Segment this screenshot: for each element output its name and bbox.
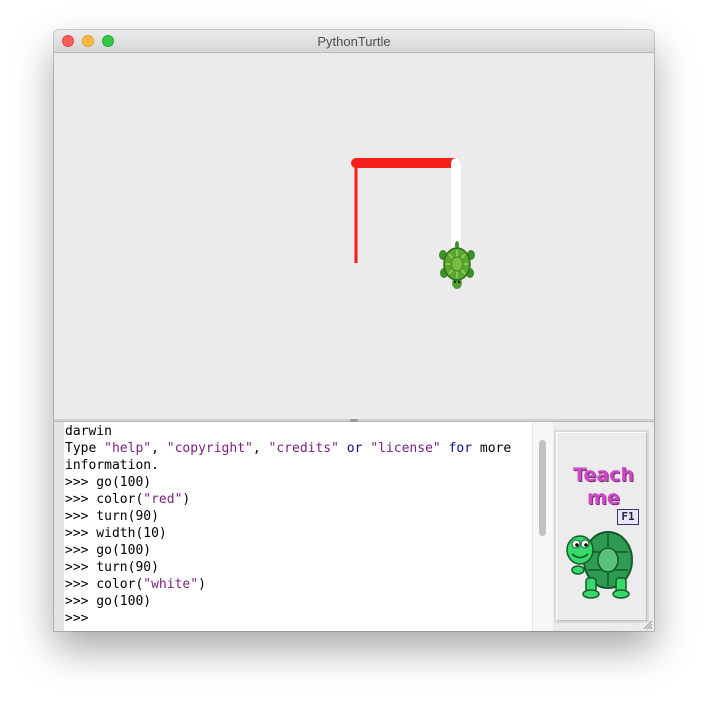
shell-scrollbar[interactable] — [532, 422, 553, 631]
shell-line: >>> go(100) — [65, 542, 535, 559]
shell-token: , — [252, 441, 269, 456]
shell-token: more — [472, 441, 512, 456]
shell-gutter — [54, 422, 64, 631]
shell-line: Type "help", "copyright", "credits" or "… — [65, 440, 535, 457]
turtle-mascot-icon — [566, 531, 633, 599]
shell-line: >>> turn(90) — [65, 559, 535, 576]
shell-token: "license" — [370, 441, 441, 456]
shell-token: for — [448, 441, 473, 456]
shell-token: "help" — [104, 441, 152, 456]
shell-line: information. — [65, 457, 535, 474]
shell-token: >>> go(100) — [65, 475, 152, 490]
teach-me-line2: me — [587, 487, 620, 509]
bottom-panel: darwin Type "help", "copyright", "credits… — [54, 422, 654, 631]
teach-me-button[interactable]: Teach me F1 — [554, 430, 649, 623]
shell-token: >>> color( — [65, 492, 144, 507]
shell-line: >>> turn(90) — [65, 508, 535, 525]
teach-me-line1: Teach — [573, 464, 634, 486]
python-shell[interactable]: darwin Type "help", "copyright", "credits… — [54, 422, 553, 631]
shell-token: >>> — [65, 611, 89, 626]
title-bar[interactable]: PythonTurtle — [54, 30, 654, 53]
shell-output[interactable]: darwin Type "help", "copyright", "credits… — [65, 423, 535, 627]
shell-token: "copyright" — [166, 441, 253, 456]
shell-token: darwin — [65, 424, 112, 439]
shell-scroll-thumb[interactable] — [539, 440, 546, 536]
shell-token: "red" — [143, 492, 183, 507]
shell-token: >>> turn(90) — [65, 560, 159, 575]
turtle-sprite — [439, 241, 475, 289]
shell-token: "credits" — [268, 441, 339, 456]
shell-token: >>> width(10) — [65, 526, 167, 541]
turtle-canvas — [54, 53, 654, 419]
shell-line: >>> width(10) — [65, 525, 535, 542]
shell-token: >>> go(100) — [65, 543, 152, 558]
shell-token — [339, 441, 347, 456]
shell-line: >>> color("red") — [65, 491, 535, 508]
shell-token: , — [151, 441, 167, 456]
shell-token: >>> go(100) — [65, 594, 152, 609]
shell-token: Type — [65, 441, 105, 456]
shell-line: darwin — [65, 423, 535, 440]
shell-line: >>> go(100) — [65, 474, 535, 491]
shell-token: ) — [198, 577, 206, 592]
shell-token: "white" — [143, 577, 199, 592]
shell-token: >>> turn(90) — [65, 509, 159, 524]
window-title: PythonTurtle — [317, 34, 391, 49]
shell-token: ) — [182, 492, 191, 507]
shell-token: information. — [65, 458, 159, 473]
teach-me-label: Teach me — [556, 464, 651, 510]
app-window: PythonTurtle darwin Type "help", "copyri… — [54, 30, 654, 631]
shell-line: >>> go(100) — [65, 593, 535, 610]
shell-line: >>> color("white") — [65, 576, 535, 593]
drawing-surface — [351, 158, 475, 289]
shell-token: or — [346, 441, 363, 456]
resize-grip-icon[interactable] — [643, 620, 653, 630]
shell-token — [441, 441, 449, 456]
shell-line: >>> — [65, 610, 535, 627]
shell-token: >>> color( — [65, 577, 144, 592]
